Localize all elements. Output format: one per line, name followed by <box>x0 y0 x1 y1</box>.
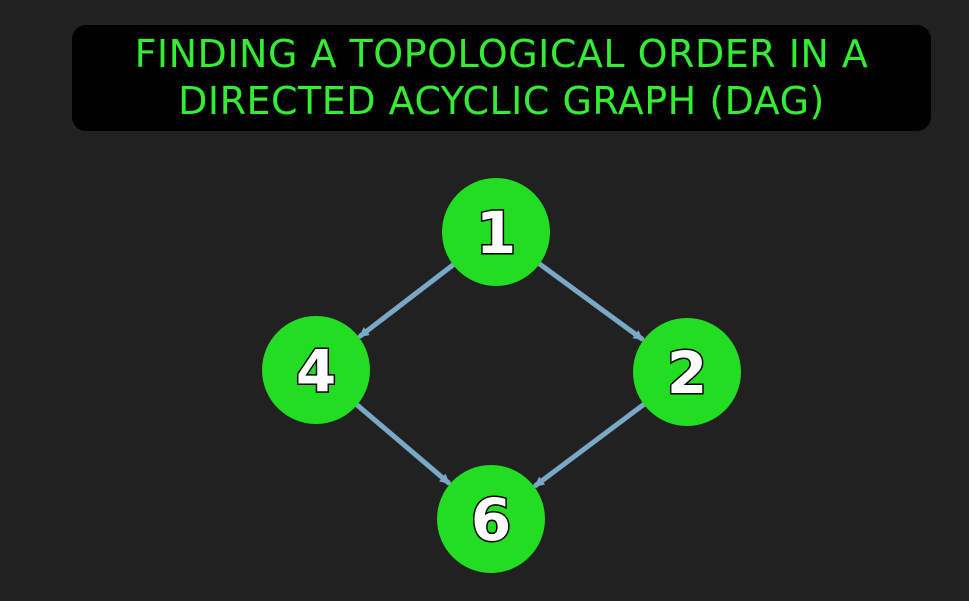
node-4: 4 <box>262 316 370 424</box>
dag-slide: FINDING A TOPOLOGICAL ORDER IN A DIRECTE… <box>0 0 969 601</box>
dag-graph: 1 4 2 6 <box>262 178 741 573</box>
node-1: 1 <box>442 178 550 286</box>
node-label-2: 2 <box>667 339 707 407</box>
node-label-6: 6 <box>471 486 511 554</box>
edge-4-to-6 <box>353 401 451 486</box>
edges-layer <box>353 260 648 488</box>
edge-2-to-6 <box>533 400 648 488</box>
nodes-layer: 1 4 2 6 <box>262 178 741 573</box>
node-label-4: 4 <box>296 337 336 405</box>
node-6: 6 <box>437 465 545 573</box>
edge-1-to-2 <box>535 260 645 342</box>
node-label-1: 1 <box>476 199 516 267</box>
node-2: 2 <box>633 318 741 426</box>
edge-1-to-4 <box>357 261 458 339</box>
